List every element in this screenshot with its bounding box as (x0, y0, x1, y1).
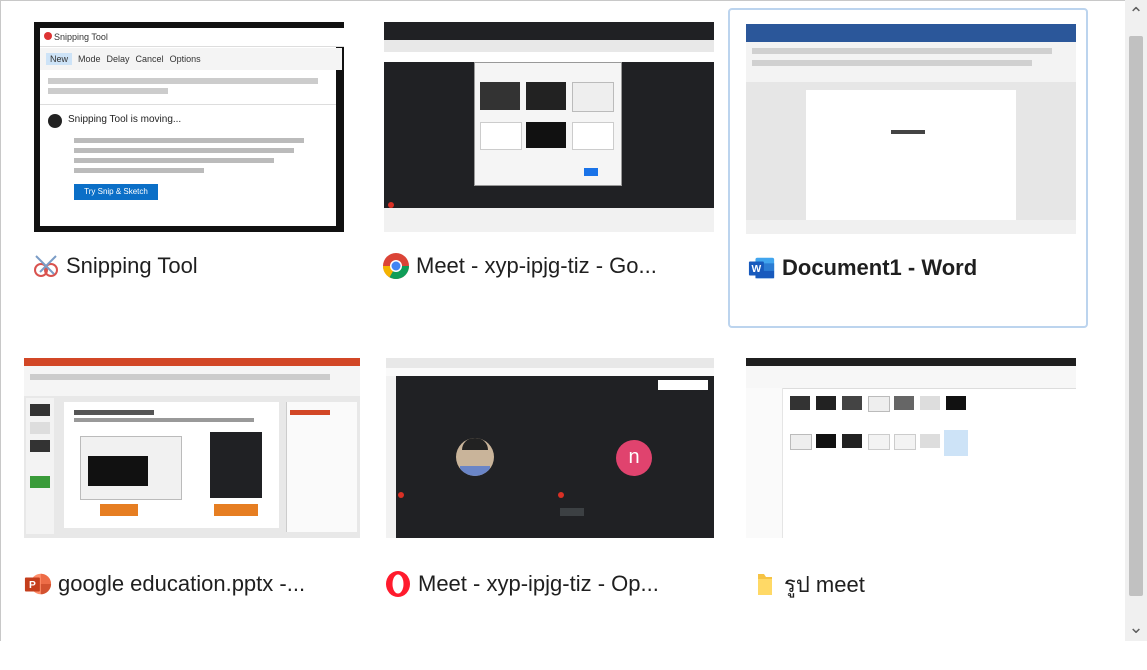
window-title: Snipping Tool (32, 250, 198, 282)
window-title-text: Document1 - Word (782, 255, 978, 280)
window-tile-folder[interactable]: รูป meet (738, 350, 1098, 670)
window-tile-powerpoint[interactable]: P google education.pptx -... (18, 350, 378, 670)
window-thumbnail: n (386, 358, 714, 538)
snip-mode: Mode (78, 54, 101, 64)
window-title: Meet - xyp-ipjg-tiz - Go... (382, 250, 657, 282)
chevron-down-icon: ⌄ (1128, 616, 1144, 637)
svg-text:W: W (752, 264, 762, 275)
scroll-up-button[interactable]: ⌃ (1125, 0, 1147, 28)
window-title: Meet - xyp-ipjg-tiz - Op... (384, 568, 659, 600)
window-title-text: Meet - xyp-ipjg-tiz - Go... (416, 253, 657, 278)
svg-text:P: P (29, 580, 36, 591)
opera-icon (384, 570, 412, 598)
window-thumbnail (24, 358, 360, 538)
snip-moving-title: Snipping Tool is moving... (68, 114, 182, 125)
window-tile-word[interactable]: W Document1 - Word (728, 8, 1088, 328)
window-thumbnail (384, 22, 714, 232)
window-tile-meet-chrome[interactable]: Meet - xyp-ipjg-tiz - Go... (378, 10, 738, 330)
window-title-text: Meet - xyp-ipjg-tiz - Op... (418, 571, 659, 596)
snip-try-button: Try Snip & Sketch (74, 184, 158, 200)
chevron-up-icon: ⌃ (1128, 3, 1144, 24)
chrome-icon (382, 252, 410, 280)
window-thumbnail: Snipping Tool New Mode Delay Cancel Opti… (34, 22, 344, 232)
folder-icon (750, 570, 778, 598)
snip-delay: Delay (106, 54, 130, 64)
scrollbar-thumb[interactable] (1129, 36, 1143, 596)
avatar: n (616, 440, 652, 476)
window-thumbnail (746, 24, 1076, 234)
snip-options: Options (169, 54, 201, 64)
powerpoint-icon: P (24, 570, 52, 598)
window-tile-meet-opera[interactable]: n Meet - xyp-ipjg-tiz - Op... (378, 350, 738, 670)
scroll-down-button[interactable]: ⌄ (1125, 613, 1147, 641)
window-title-text: google education.pptx -... (58, 571, 306, 596)
snip-title: Snipping Tool (40, 28, 344, 47)
snip-new: New (46, 53, 73, 65)
word-icon: W (748, 254, 776, 282)
window-title: W Document1 - Word (748, 252, 977, 284)
window-tile-snipping-tool[interactable]: Snipping Tool New Mode Delay Cancel Opti… (28, 10, 388, 330)
snip-cancel: Cancel (135, 54, 164, 64)
window-title: รูป meet (750, 568, 865, 600)
window-thumbnail (746, 358, 1076, 538)
window-title: P google education.pptx -... (24, 568, 305, 600)
vertical-scrollbar[interactable]: ⌃ ⌄ (1125, 0, 1147, 641)
window-title-text: รูป meet (784, 571, 865, 597)
window-title-text: Snipping Tool (66, 253, 198, 278)
snipping-tool-icon (32, 252, 60, 280)
